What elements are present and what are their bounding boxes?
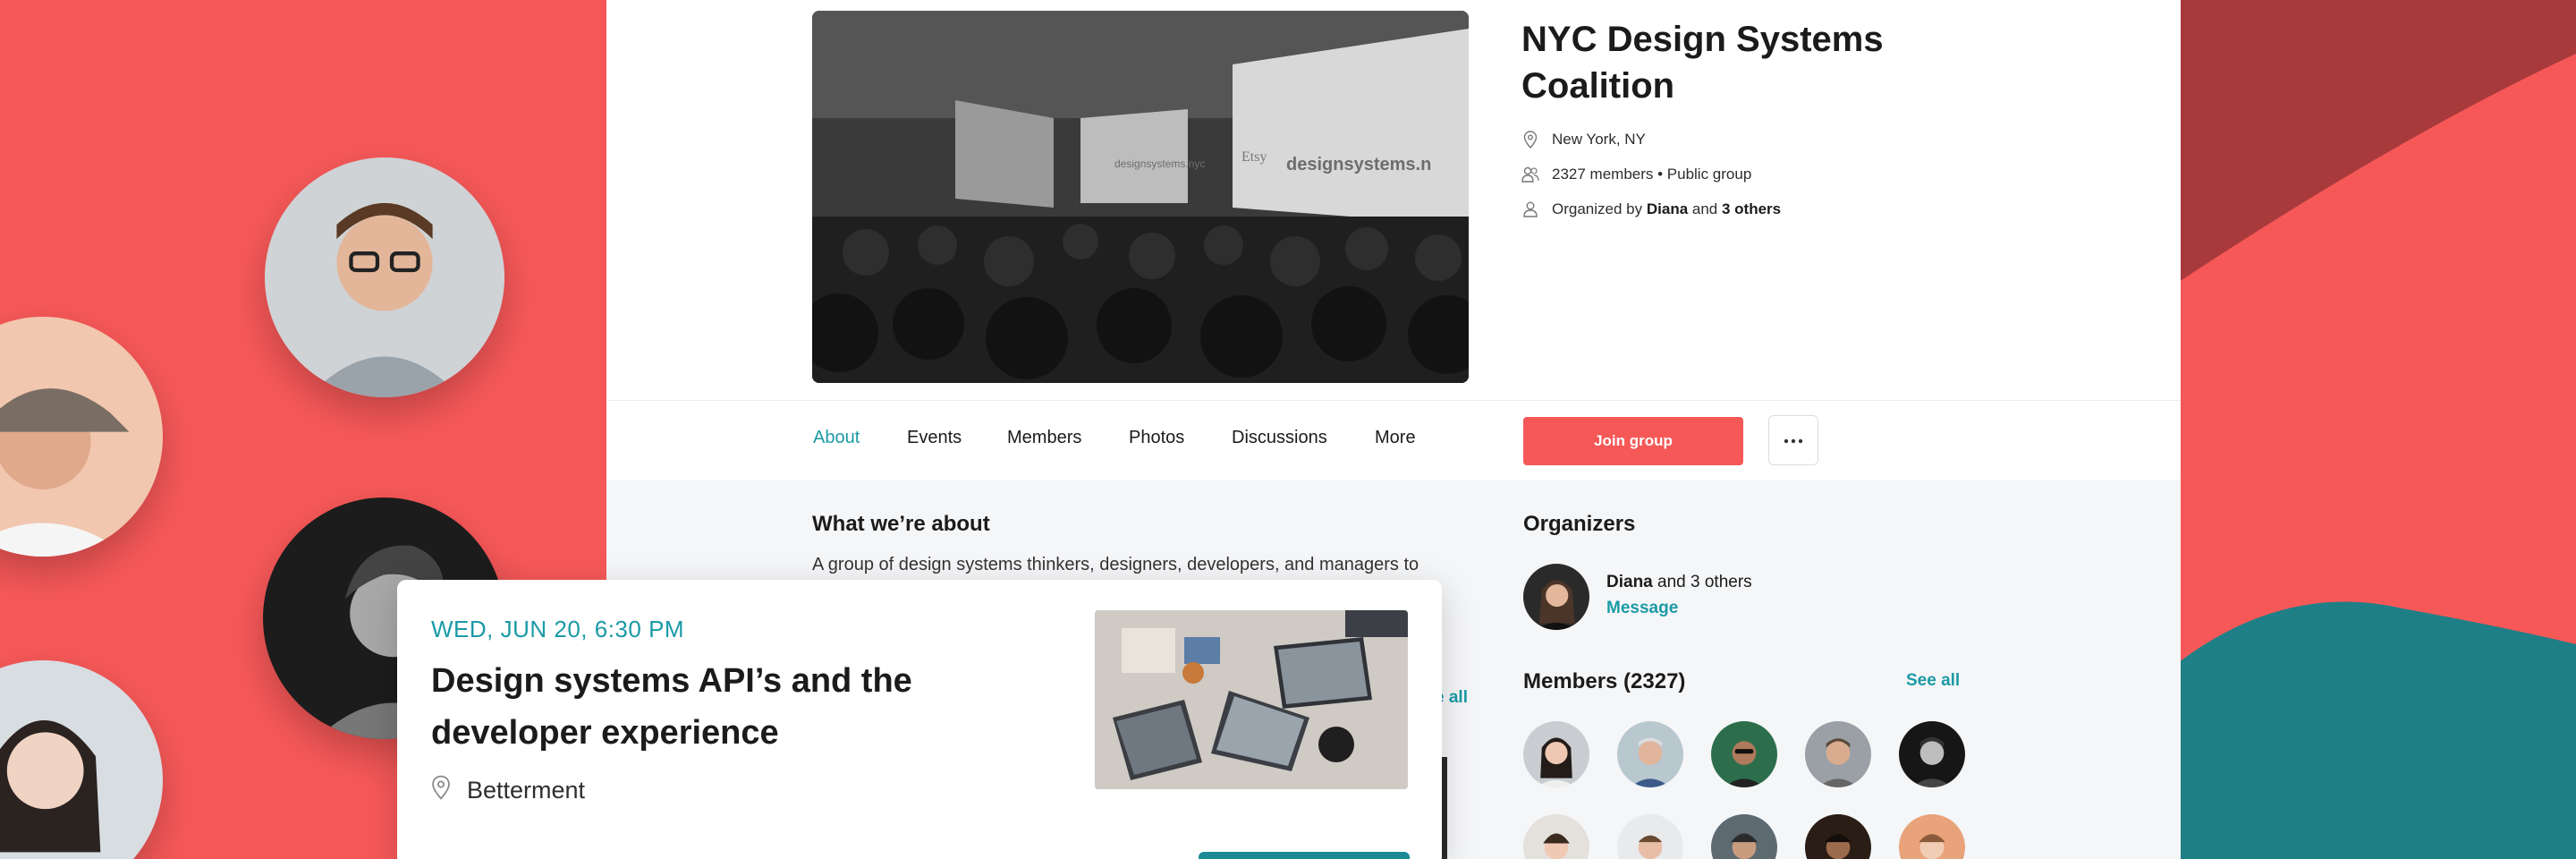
tab-members[interactable]: Members (1007, 428, 1081, 448)
member-avatar[interactable] (1711, 814, 1777, 859)
more-options-button[interactable] (1768, 415, 1818, 465)
member-avatar[interactable] (1899, 721, 1965, 787)
tab-events[interactable]: Events (907, 428, 962, 448)
location-pin-icon (431, 775, 451, 806)
organized-by-text: Organized by Diana and 3 others (1552, 200, 1782, 217)
event-attend-button[interactable] (1199, 852, 1410, 859)
organizer-others-text[interactable]: 3 others (1690, 573, 1752, 591)
more-dots-icon (1784, 432, 1803, 448)
event-venue-row: Betterment (431, 775, 585, 806)
group-nav-bar: About Events Members Photos Discussions … (606, 401, 2181, 480)
group-title: NYC Design Systems Coalition (1521, 20, 1884, 106)
member-avatar[interactable] (1711, 721, 1777, 787)
hero-sign-3: designsystems.n (1286, 155, 1431, 174)
tab-more[interactable]: More (1375, 428, 1416, 448)
organizer-name-link[interactable]: Diana (1647, 200, 1688, 217)
organizer-avatar[interactable] (1523, 564, 1589, 630)
members-icon (1521, 166, 1539, 183)
group-hero-photo: designsystems.n designsystems.nyc Etsy (812, 11, 1469, 383)
tab-discussions[interactable]: Discussions (1232, 428, 1327, 448)
message-organizer-link[interactable]: Message (1606, 599, 1678, 618)
about-heading: What we’re about (812, 512, 990, 536)
member-avatar[interactable] (1899, 814, 1965, 859)
member-avatar[interactable] (1523, 814, 1589, 859)
group-members-row: 2327 members • Public group (1521, 166, 1751, 183)
event-image (1095, 610, 1408, 789)
members-see-all-link[interactable]: See all (1906, 671, 1960, 691)
group-location-row: New York, NY (1521, 131, 1646, 149)
hero-sign-2: Etsy (1241, 149, 1267, 165)
organizer-others-link[interactable]: 3 others (1722, 200, 1781, 217)
members-heading: Members (2327) (1523, 669, 1686, 693)
member-avatar[interactable] (1805, 721, 1871, 787)
member-avatar[interactable] (1523, 721, 1589, 787)
tab-photos[interactable]: Photos (1129, 428, 1184, 448)
group-location: New York, NY (1552, 131, 1646, 148)
event-title[interactable]: Design systems API’s and the developer e… (431, 655, 1004, 759)
member-avatar[interactable] (1805, 814, 1871, 859)
organizer-names: Diana and 3 others (1606, 573, 1752, 591)
join-group-button[interactable]: Join group (1523, 417, 1743, 465)
about-description: A group of design systems thinkers, desi… (812, 555, 1419, 574)
event-card[interactable]: WED, JUN 20, 6:30 PM Design systems API’… (397, 580, 1442, 859)
tab-about[interactable]: About (813, 428, 860, 448)
organizer-diana-link[interactable]: Diana (1606, 573, 1653, 591)
event-date: WED, JUN 20, 6:30 PM (431, 616, 685, 642)
member-avatar[interactable] (1617, 814, 1683, 859)
event-venue: Betterment (467, 777, 586, 804)
group-organizer-row: Organized by Diana and 3 others (1521, 200, 1781, 218)
background-right (2179, 0, 2576, 859)
member-avatar[interactable] (1617, 721, 1683, 787)
location-pin-icon (1521, 131, 1539, 149)
floating-avatar-man-glasses (265, 157, 504, 397)
hero-sign-1: designsystems.nyc (1114, 157, 1205, 170)
group-members-count: 2327 members • Public group (1552, 166, 1752, 183)
organizers-heading: Organizers (1523, 512, 1636, 536)
organizer-icon (1521, 200, 1539, 218)
